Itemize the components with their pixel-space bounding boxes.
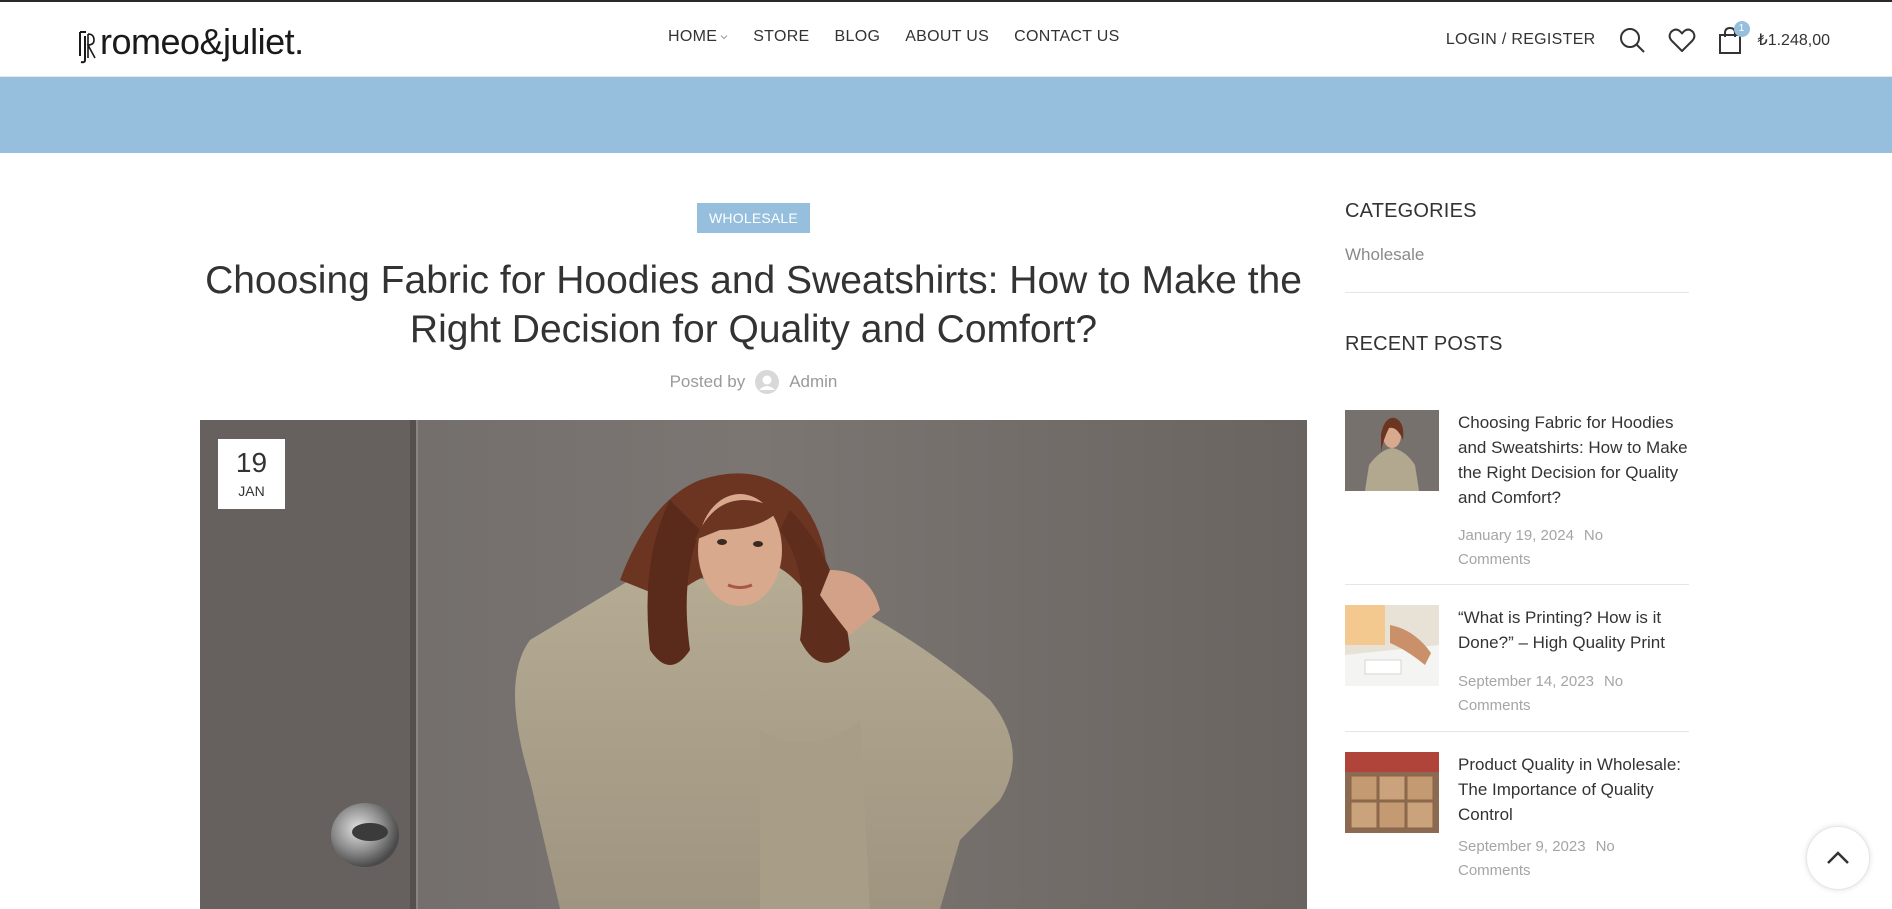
recent-post-title[interactable]: “What is Printing? How is it Done?” – Hi…	[1458, 605, 1689, 655]
recent-post-meta: September 14, 2023 No Comments	[1458, 670, 1658, 718]
recent-posts-widget-title: RECENT POSTS	[1345, 333, 1503, 355]
recent-post-date: January 19, 2024	[1458, 527, 1574, 544]
recent-post-date: September 9, 2023	[1458, 838, 1586, 855]
hero-photo-illustration	[200, 420, 1307, 909]
chevron-down-icon	[720, 35, 728, 40]
post-featured-image: 19 JAN	[200, 420, 1307, 909]
post-date-month: JAN	[238, 483, 265, 499]
post-title: Choosing Fabric for Hoodies and Sweatshi…	[205, 259, 1302, 351]
recent-post-meta: September 9, 2023 No Comments	[1458, 835, 1658, 883]
recent-post-meta: January 19, 2024 No Comments	[1458, 524, 1658, 572]
posted-by-label: Posted by	[669, 372, 746, 391]
nav-item-home[interactable]: HOME	[668, 28, 728, 46]
recent-post-divider	[1345, 584, 1689, 585]
recent-post-date: September 14, 2023	[1458, 673, 1594, 690]
nav-item-label: HOME	[668, 28, 718, 45]
nav-item-label: ABOUT US	[905, 28, 990, 45]
nav-item-store[interactable]: STORE	[753, 28, 809, 46]
recent-post-thumbnail[interactable]	[1345, 410, 1439, 491]
shopping-bag-icon[interactable]: 1	[1718, 21, 1750, 55]
logo-text: romeo&juliet.	[100, 21, 304, 62]
main-nav: HOME STORE BLOG ABOUT US CONTACT US	[668, 28, 1145, 46]
search-icon[interactable]	[1618, 26, 1646, 54]
cart-total[interactable]: ₺1.248,00	[1758, 30, 1830, 50]
widget-divider	[1345, 292, 1689, 293]
header-actions: LOGIN / REGISTER 1 ₺1.248,00	[1446, 21, 1830, 56]
nav-item-label: STORE	[753, 28, 810, 45]
recent-post-item: “What is Printing? How is it Done?” – Hi…	[1345, 605, 1689, 725]
recent-post-thumbnail[interactable]	[1345, 605, 1439, 686]
chevron-up-icon	[1827, 851, 1849, 864]
site-header: romeo&juliet. HOME STORE BLOG ABOUT US C…	[0, 0, 1892, 77]
recent-post-thumbnail[interactable]	[1345, 752, 1439, 833]
recent-post-title[interactable]: Choosing Fabric for Hoodies and Sweatshi…	[1458, 410, 1689, 510]
cart-count-badge: 1	[1733, 21, 1750, 37]
author-avatar-icon	[755, 370, 780, 394]
nav-item-about-us[interactable]: ABOUT US	[905, 28, 989, 46]
blog-sidebar: CATEGORIES Wholesale RECENT POSTS Choosi…	[1345, 200, 1689, 879]
recent-post-divider	[1345, 731, 1689, 732]
post-date-badge: 19 JAN	[218, 439, 285, 509]
post-author-link[interactable]: Admin	[789, 372, 837, 392]
logo-monogram-icon	[76, 26, 98, 64]
nav-item-blog[interactable]: BLOG	[835, 28, 881, 46]
scroll-to-top-button[interactable]	[1806, 826, 1870, 890]
nav-item-label: CONTACT US	[1014, 28, 1120, 45]
recent-post-item: Choosing Fabric for Hoodies and Sweatshi…	[1345, 410, 1689, 580]
recent-post-title[interactable]: Product Quality in Wholesale: The Import…	[1458, 752, 1689, 827]
login-register-link[interactable]: LOGIN / REGISTER	[1446, 31, 1596, 49]
nav-item-contact-us[interactable]: CONTACT US	[1014, 28, 1120, 46]
page-banner	[0, 77, 1892, 153]
heart-icon[interactable]	[1668, 26, 1696, 54]
post-meta: Posted by Admin	[200, 370, 1307, 394]
post-category-tag[interactable]: WHOLESALE	[697, 203, 810, 233]
category-link-wholesale[interactable]: Wholesale	[1345, 245, 1689, 265]
categories-widget-title: CATEGORIES	[1345, 200, 1477, 222]
post-date-day: 19	[235, 447, 268, 478]
recent-post-item: Product Quality in Wholesale: The Import…	[1345, 752, 1689, 892]
nav-item-label: BLOG	[834, 28, 881, 45]
site-logo[interactable]: romeo&juliet.	[76, 18, 304, 64]
